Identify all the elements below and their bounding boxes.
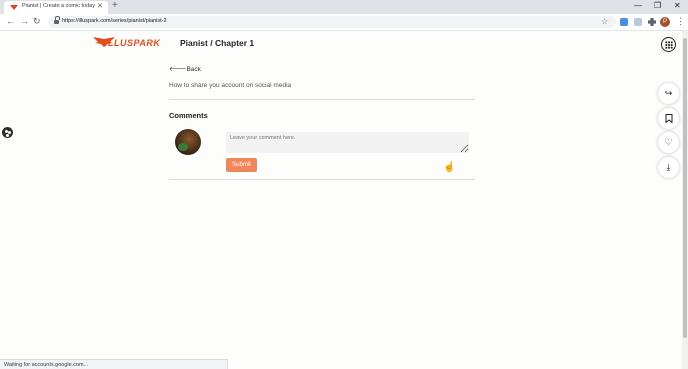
download-button[interactable]: ⤓ xyxy=(658,157,679,178)
window-close-button[interactable]: ✕ xyxy=(674,1,681,10)
heart-icon: ♡ xyxy=(664,137,673,147)
lock-icon[interactable] xyxy=(54,16,60,24)
submit-button[interactable]: Submit xyxy=(226,158,257,172)
extension-shield-icon[interactable] xyxy=(634,18,642,26)
site-favicon-icon xyxy=(10,5,18,10)
grid-dots-icon xyxy=(665,41,673,49)
browser-tab[interactable]: Pianist | Create a comic today ✕ xyxy=(4,1,108,14)
minimize-button[interactable]: — xyxy=(634,1,642,10)
share-icon: ↪ xyxy=(664,88,673,98)
profile-avatar[interactable]: P xyxy=(660,17,670,27)
hand-cursor-icon: ☝ xyxy=(443,162,456,173)
scrollbar-thumb[interactable] xyxy=(683,38,687,338)
comments-heading: Comments xyxy=(169,111,208,120)
palette-icon[interactable] xyxy=(2,127,13,138)
back-link[interactable]: 🡐Back xyxy=(169,65,201,73)
extension-translate-icon[interactable] xyxy=(620,18,628,26)
page-scrollbar[interactable] xyxy=(682,31,688,369)
arrow-left-icon: 🡐 xyxy=(169,66,187,73)
restore-button[interactable]: ❐ xyxy=(654,1,661,10)
apps-menu-button[interactable] xyxy=(661,37,676,52)
forward-nav-icon[interactable]: → xyxy=(20,16,29,26)
browser-menu-icon[interactable]: ⋮ xyxy=(676,16,685,27)
bookmark-icon xyxy=(665,114,673,125)
divider xyxy=(169,99,475,100)
download-icon: ⤓ xyxy=(666,162,671,172)
browser-toolbar: ← → ↻ https://illuspark.com/series/piani… xyxy=(0,14,688,31)
share-button[interactable]: ↪ xyxy=(658,83,679,104)
reload-icon[interactable]: ↻ xyxy=(33,16,41,27)
comment-input[interactable] xyxy=(226,132,469,153)
new-tab-button[interactable]: + xyxy=(112,0,118,11)
tab-close-icon[interactable]: ✕ xyxy=(97,2,103,10)
extensions-puzzle-icon[interactable] xyxy=(648,18,656,26)
divider xyxy=(169,179,475,180)
tab-title: Pianist | Create a comic today xyxy=(22,3,95,9)
logo-text: ILLUSPARK xyxy=(105,38,161,48)
page-title: Pianist / Chapter 1 xyxy=(180,38,255,48)
status-bar: Waiting for accounts.google.com... xyxy=(0,359,228,369)
address-bar[interactable]: https://illuspark.com/series/pianist/pia… xyxy=(48,16,616,28)
url-text[interactable]: https://illuspark.com/series/pianist/pia… xyxy=(62,18,167,24)
user-avatar xyxy=(175,129,201,155)
back-nav-icon[interactable]: ← xyxy=(6,16,15,26)
bookmark-button[interactable] xyxy=(658,108,679,129)
bookmark-star-icon[interactable]: ☆ xyxy=(601,17,608,26)
site-logo[interactable]: ILLUSPARK xyxy=(93,35,165,51)
browser-tabbar: Pianist | Create a comic today ✕ + — ❐ ✕ xyxy=(0,0,688,14)
like-button[interactable]: ♡ xyxy=(658,132,679,153)
question-text: How to share you account on social media xyxy=(169,82,292,89)
back-label: Back xyxy=(186,66,201,73)
